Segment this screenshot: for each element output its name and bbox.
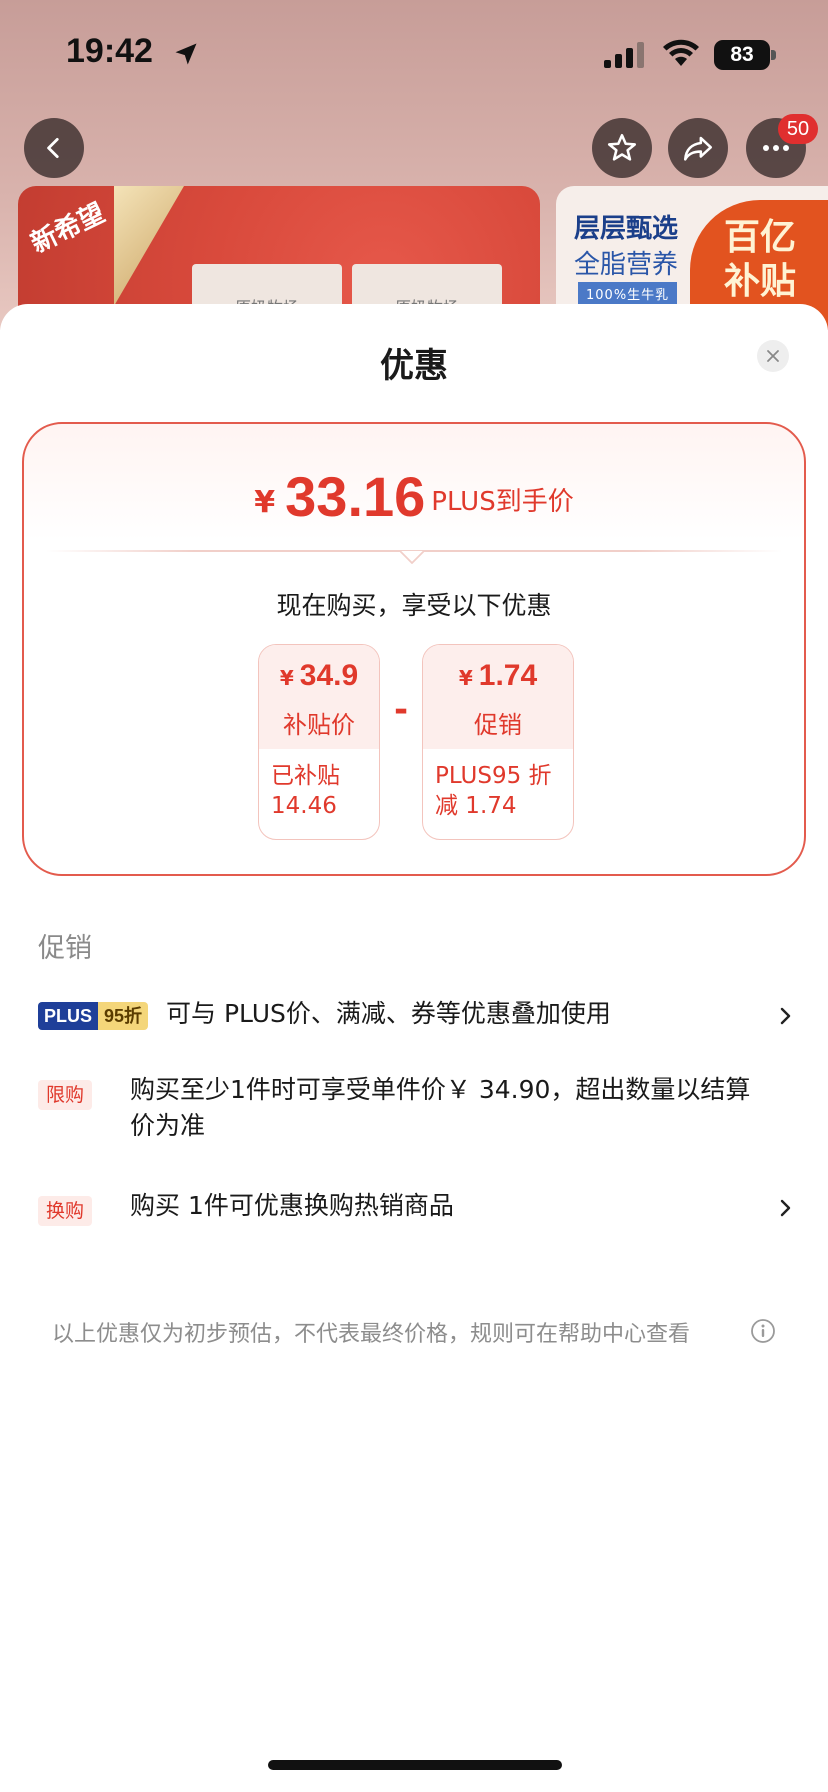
share-button[interactable] [668,118,728,178]
final-price-label: PLUS到手价 [431,487,574,517]
subsidy-currency: ¥ [279,666,294,690]
promotion-detail-line1: PLUS95 折 [435,763,552,789]
favorite-button[interactable] [592,118,652,178]
home-indicator [268,1760,562,1770]
promotion-row-exchange[interactable]: 换购 购买 1件可优惠换购热销商品 [38,1188,798,1232]
close-icon [767,350,779,362]
plus-tag-discount: 95折 [98,1002,149,1030]
subsidy-detail-line2: 14.46 [271,793,337,819]
chevron-left-icon [47,137,59,159]
banner-secondary-tag: 100%生牛乳 [578,282,678,305]
battery-indicator: 83 [714,40,776,70]
exchange-purchase-tag: 换购 [38,1196,93,1226]
more-dots-icon [763,145,789,151]
promotion-discount-header: ¥1.74 促销 [423,645,573,749]
sheet-title: 优惠 [380,346,448,386]
subsidy-badge-line2: 补贴 [724,261,797,302]
subsidy-badge-line1: 百亿 [724,217,797,258]
info-icon[interactable] [750,1318,776,1344]
promotion-detail-line2: 减 1.74 [435,793,517,819]
divider-notch [400,550,424,564]
plus-tag-label: PLUS [38,1002,99,1030]
subsidy-price-label: 补贴价 [283,711,355,739]
back-button[interactable] [24,118,84,178]
status-bar: 19:42 83 [0,0,828,110]
disclaimer-text: 以上优惠仅为初步预估，不代表最终价格，规则可在帮助中心查看 [52,1322,691,1347]
promotion-section-label: 促销 [38,933,92,964]
final-price-currency: ¥ [254,485,276,520]
subsidy-price-card: ¥34.9 补贴价 已补贴 14.46 [258,644,380,840]
chevron-right-icon [780,1199,791,1217]
promotion-discount-card: ¥1.74 促销 PLUS95 折 减 1.74 [422,644,574,840]
battery-cap [771,50,776,60]
promotion-row-plus[interactable]: PLUS 95折 可与 PLUS价、满减、券等优惠叠加使用 [38,996,798,1040]
promotion-discount-value: 1.74 [478,659,538,692]
plus-discount-tag: PLUS 95折 [38,1002,149,1030]
final-price: ¥33.16 PLUS到手价 [24,464,804,529]
limit-purchase-tag: 限购 [38,1080,93,1110]
subsidy-detail-line1: 已补贴 [271,763,340,789]
chevron-right-icon [780,1007,791,1025]
notification-badge: 50 [778,114,818,144]
subsidy-detail: 已补贴 14.46 [271,761,375,821]
status-time: 19:42 [66,32,153,70]
buy-now-text: 现在购买，享受以下优惠 [276,591,552,620]
promotion-detail: PLUS95 折 减 1.74 [435,761,569,821]
subsidy-price-value: 34.9 [299,659,359,692]
promotion-text: 可与 PLUS价、满减、券等优惠叠加使用 [166,999,611,1028]
banner-secondary-title: 层层甄选 [574,214,679,244]
banner-brand-tag: 新希望 [26,198,110,260]
banner-secondary-subtitle: 全脂营养 [574,250,679,280]
promotion-discount: ¥1.74 [423,659,573,693]
promotion-row-limit: 限购 购买至少1件时可享受单件价￥ 34.90，超出数量以结算价为准 [38,1072,798,1148]
close-button[interactable] [757,340,789,372]
price-summary-card: ¥33.16 PLUS到手价 现在购买，享受以下优惠 ¥34.9 补贴价 已补贴 … [22,422,806,876]
promotion-currency: ¥ [458,666,473,690]
subsidy-price-header: ¥34.9 补贴价 [259,645,379,749]
promotion-text: 购买至少1件时可享受单件价￥ 34.90，超出数量以结算价为准 [130,1075,751,1140]
discount-sheet: 优惠 ¥33.16 PLUS到手价 现在购买，享受以下优惠 ¥34.9 补贴价 已… [0,304,828,1792]
cellular-signal-icon [604,42,644,68]
promotion-discount-label: 促销 [474,711,522,739]
subsidy-price: ¥34.9 [259,659,379,693]
final-price-amount: 33.16 [285,465,426,528]
share-arrow-icon [683,136,713,161]
star-icon [607,133,637,161]
location-arrow-icon [175,43,197,65]
promotion-text: 购买 1件可优惠换购热销商品 [130,1191,454,1220]
wifi-icon [663,39,699,66]
battery-level: 83 [714,40,770,70]
banner-corner-fold [114,186,184,306]
minus-sign: - [393,690,409,730]
